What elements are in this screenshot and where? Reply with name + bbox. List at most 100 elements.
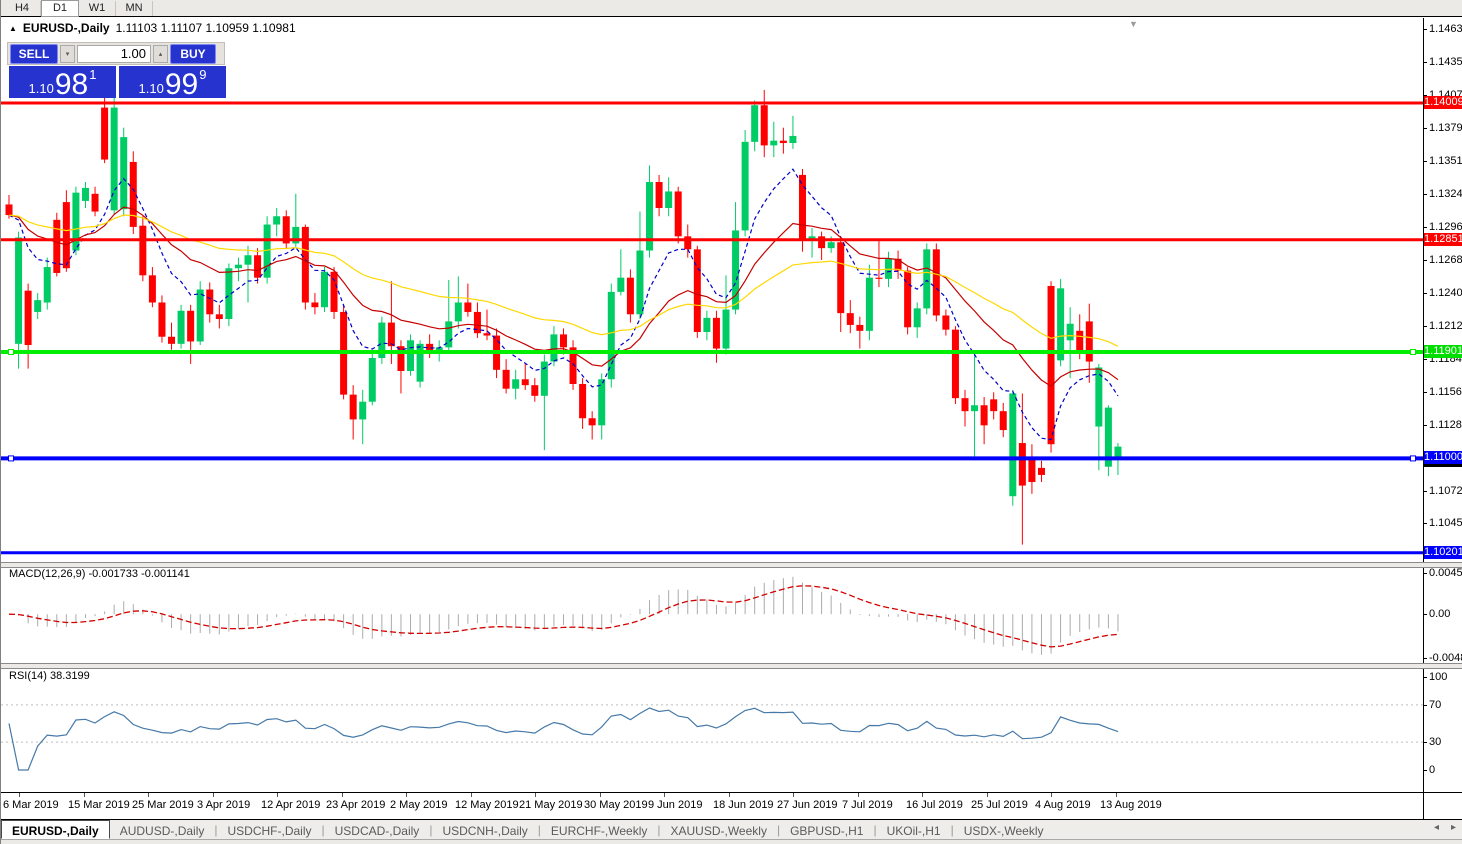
date-tick-label: 6 Mar 2019 [3, 799, 59, 811]
ma-fast-blue [8, 168, 1119, 441]
date-tick-label: 7 Jul 2019 [842, 799, 893, 811]
chart-shift-marker-icon[interactable]: ▼ [1129, 19, 1138, 29]
axis-tick-mark [1423, 62, 1427, 64]
date-axis-separator [1, 792, 1462, 793]
axis-tick-mark [1423, 226, 1427, 228]
chart-tab-usdchf-daily[interactable]: USDCHF-,Daily [218, 820, 322, 839]
axis-tick-mark [1423, 490, 1427, 492]
date-tick-mark [664, 793, 665, 797]
timeframe-button-w1[interactable]: W1 [79, 0, 116, 16]
date-tick-label: 12 May 2019 [455, 799, 519, 811]
rsi-pane-splitter[interactable] [1, 663, 1462, 669]
chart-tab-gbpusd-h1[interactable]: GBPUSD-,H1 [780, 820, 873, 839]
tab-scroll-arrows: ◂ ▸ [1434, 822, 1456, 833]
candles [5, 78, 1122, 545]
axis-tick-mark [1423, 358, 1427, 360]
date-tick-mark [793, 793, 794, 797]
rsi-line [8, 707, 1119, 771]
volume-input[interactable] [77, 44, 151, 63]
buy-price-box[interactable]: 1.10 99 9 [119, 66, 226, 100]
ma-mid-red [8, 206, 1119, 387]
date-tick-label: 13 Aug 2019 [1100, 799, 1162, 811]
volume-increase-button[interactable]: ▴ [153, 44, 168, 63]
buy-button[interactable]: BUY [170, 43, 216, 64]
macd-tick-label: 0.004517 [1429, 567, 1462, 579]
axis-tick-mark [1423, 424, 1427, 426]
one-click-trading-panel: SELL ▾ ▴ BUY [7, 42, 225, 65]
chart-tab-bar: EURUSD-,Daily AUDUSD-,Daily | USDCHF-,Dail… [1, 820, 1462, 840]
sell-price-big: 98 [54, 68, 89, 101]
price-tick-label: 1.11285 [1429, 418, 1462, 431]
axis-tick-mark [1423, 770, 1427, 771]
price-tick-label: 1.13795 [1429, 122, 1462, 135]
date-tick-label: 25 Mar 2019 [132, 799, 194, 811]
chart-tab-audusd-daily[interactable]: AUDUSD-,Daily [110, 820, 215, 839]
macd-tick-label: 0.00 [1429, 608, 1451, 621]
date-tick-mark [471, 793, 472, 797]
axis-tick-mark [1423, 523, 1427, 525]
date-tick-label: 9 Jun 2019 [648, 799, 703, 811]
hline-price-badge: 1.11901 [1424, 344, 1462, 358]
macd-histogram [18, 576, 1119, 655]
price-tick-label: 1.10725 [1429, 484, 1462, 497]
price-tick-label: 1.12960 [1429, 220, 1462, 233]
hline-handle [1410, 348, 1416, 355]
chart-tab-usdcnh-daily[interactable]: USDCNH-,Daily [432, 820, 537, 839]
sell-price-pip: 1 [89, 67, 97, 82]
chart-tab-xauusd-weekly[interactable]: XAUUSD-,Weekly [660, 820, 776, 839]
date-tick-label: 16 Jul 2019 [906, 799, 963, 811]
macd-pane-splitter[interactable] [1, 562, 1462, 568]
axis-tick-mark [1423, 193, 1427, 195]
buy-price-prefix: 1.10 [138, 81, 164, 96]
price-tick-label: 1.13515 [1429, 155, 1462, 168]
date-tick-mark [148, 793, 149, 797]
axis-tick-mark [1423, 742, 1427, 744]
date-tick-mark [1116, 793, 1117, 797]
axis-tick-mark [1423, 293, 1427, 295]
hline-price-badge: 1.12851 [1424, 232, 1462, 246]
timeframe-toolbar: H4 D1 W1 MN [1, 0, 1462, 17]
date-tick-label: 2 May 2019 [390, 799, 448, 811]
candlestick-chart[interactable] [1, 18, 1423, 819]
date-tick-mark [987, 793, 988, 797]
tab-scroll-right-icon[interactable]: ▸ [1451, 822, 1456, 833]
chart-tab-ukoil-h1[interactable]: UKOil-,H1 [877, 820, 951, 839]
buy-price-pip: 9 [199, 67, 207, 82]
date-tick-label: 18 Jun 2019 [713, 799, 774, 811]
timeframe-button-mn[interactable]: MN [116, 0, 153, 16]
macd-indicator-label: MACD(12,26,9) -0.001733 -0.001141 [9, 568, 190, 580]
axis-tick-mark [1423, 259, 1427, 261]
date-tick-mark [213, 793, 214, 797]
sell-button[interactable]: SELL [10, 43, 58, 64]
axis-tick-mark [1423, 614, 1427, 616]
chart-tab-usdx-weekly[interactable]: USDX-,Weekly [954, 820, 1054, 839]
collapse-triangle-icon[interactable]: ▲ [9, 24, 17, 33]
price-tick-label: 1.12120 [1429, 320, 1462, 333]
date-tick-label: 27 Jun 2019 [777, 799, 838, 811]
tab-scroll-left-icon[interactable]: ◂ [1434, 822, 1439, 833]
axis-tick-mark [1423, 326, 1427, 328]
rsi-tick-label: 70 [1429, 698, 1442, 711]
date-tick-mark [406, 793, 407, 797]
volume-decrease-button[interactable]: ▾ [60, 44, 75, 63]
price-tick-label: 1.13240 [1429, 187, 1462, 200]
hline-price-badge: 1.11000 [1424, 451, 1462, 465]
date-tick-label: 21 May 2019 [519, 799, 583, 811]
chart-tab-usdcad-daily[interactable]: USDCAD-,Daily [325, 820, 430, 839]
date-tick-mark [342, 793, 343, 797]
timeframe-button-h4[interactable]: H4 [4, 0, 41, 16]
price-tick-label: 1.11565 [1429, 385, 1462, 398]
sell-price-prefix: 1.10 [28, 81, 54, 96]
sell-price-box[interactable]: 1.10 98 1 [9, 66, 116, 101]
chart-tab-eurchf-weekly[interactable]: EURCHF-,Weekly [541, 820, 657, 839]
chart-tab-eurusd-daily[interactable]: EURUSD-,Daily [1, 820, 110, 839]
axis-tick-mark [1423, 658, 1427, 659]
rsi-tick-label: 100 [1429, 671, 1448, 683]
hline-handle [8, 348, 14, 355]
date-tick-mark [535, 793, 536, 797]
price-tick-label: 1.14635 [1429, 23, 1462, 36]
timeframe-button-d1[interactable]: D1 [41, 0, 79, 17]
date-tick-label: 12 Apr 2019 [261, 799, 321, 811]
hline-price-badge: 1.14009 [1424, 95, 1462, 109]
date-tick-label: 4 Aug 2019 [1035, 799, 1091, 811]
